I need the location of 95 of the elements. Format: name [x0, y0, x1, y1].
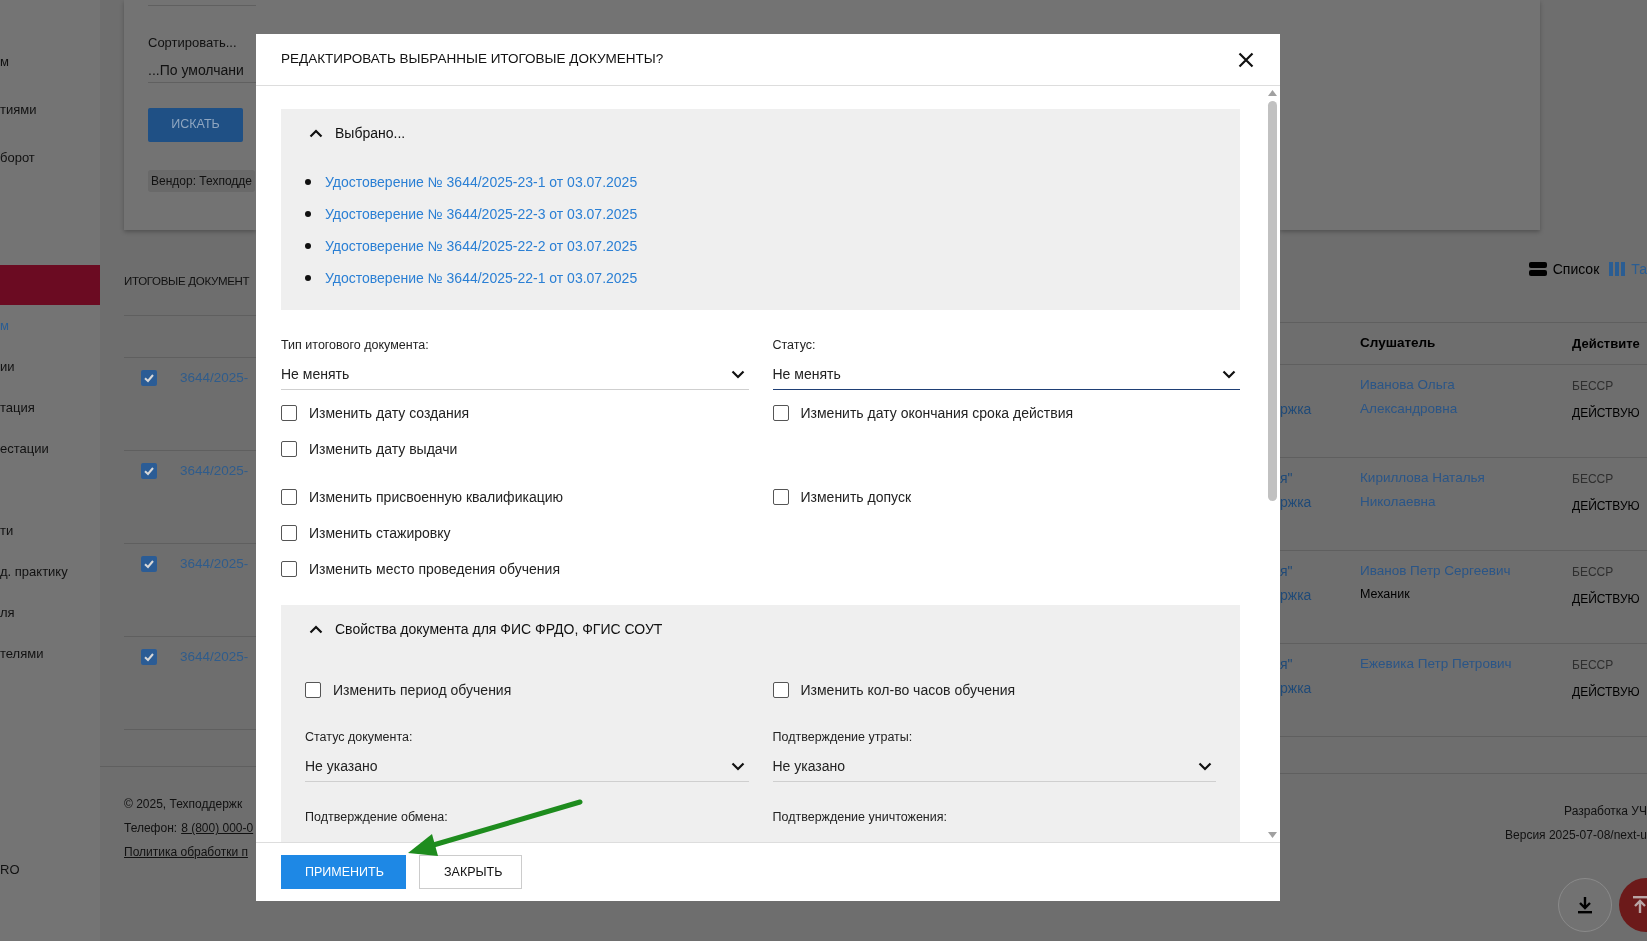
phone-label: Телефон: — [124, 820, 178, 838]
checkbox[interactable] — [141, 556, 157, 573]
status-text: ДЕЙСТВУЮ — [1572, 683, 1640, 701]
field-label: Статус: — [772, 337, 817, 353]
phone-link[interactable]: 8 (800) 000-0 — [181, 819, 254, 838]
checkbox[interactable] — [772, 682, 789, 698]
select-field[interactable]: Не указано — [305, 751, 749, 782]
chevron-down-icon[interactable] — [1198, 761, 1212, 771]
document-link[interactable]: Удостоверение № 3644/2025-22-3 от 03.07.2025 — [325, 203, 638, 225]
search-button[interactable]: ИСКАТЬ — [148, 107, 243, 142]
select-field[interactable]: Не менять — [772, 359, 1240, 390]
sidebar-item[interactable]: борот — [0, 148, 35, 168]
sidebar-item[interactable]: ти — [0, 520, 14, 541]
list-icon[interactable] — [1528, 262, 1547, 276]
upload-icon — [1633, 896, 1647, 914]
sidebar-item[interactable]: м — [0, 52, 9, 72]
version-text: Версия 2025-07-08/next-u — [1505, 827, 1647, 844]
checkbox[interactable] — [281, 441, 297, 457]
selected-panel-header[interactable]: Выбрано... — [281, 109, 1240, 157]
checkbox[interactable] — [281, 561, 297, 577]
dialog-title: РЕДАКТИРОВАТЬ ВЫБРАННЫЕ ИТОГОВЫЕ ДОКУМЕНТЫ? — [281, 50, 664, 69]
checkbox-label: Изменить кол-во часов обучения — [800, 680, 1016, 700]
checkbox[interactable] — [281, 525, 297, 541]
document-link[interactable]: Удостоверение № 3644/2025-22-1 от 03.07.2025 — [325, 267, 638, 289]
checkbox[interactable] — [281, 489, 297, 505]
bullet-icon — [305, 211, 311, 217]
fis-panel-header[interactable]: Свойства документа для ФИС ФРДО, ФГИС СОУТ — [305, 605, 1216, 653]
upload-button[interactable] — [1619, 878, 1647, 932]
copyright-text: © 2025, Техподдержк — [124, 796, 244, 814]
validity-text: БЕССР — [1572, 564, 1615, 581]
listener-position: Механик — [1360, 586, 1411, 603]
sidebar-label: RO — [0, 861, 20, 880]
checkbox-label: Изменить дату выдачи — [309, 439, 458, 459]
download-button[interactable] — [1558, 878, 1612, 932]
view-toggle[interactable]: Список — [1552, 258, 1600, 280]
bullet-icon — [305, 179, 311, 185]
checkbox-label: Изменить место проведения обучения — [309, 559, 560, 579]
apply-button[interactable]: ПРИМЕНИТЬ — [281, 855, 406, 889]
bullet-icon — [305, 243, 311, 249]
field-label: Подтверждение уничтожения: — [772, 809, 948, 825]
chevron-up-icon[interactable] — [309, 128, 323, 138]
checkbox[interactable] — [305, 682, 321, 698]
section-title: ИТОГОВЫЕ ДОКУМЕНТ — [124, 274, 251, 289]
checkbox-label: Изменить период обучения — [333, 680, 512, 700]
status-text: ДЕЙСТВУЮ — [1572, 404, 1640, 422]
close-icon[interactable] — [1238, 51, 1254, 68]
chevron-down-icon[interactable] — [1222, 369, 1236, 379]
status-text: ДЕЙСТВУЮ — [1572, 497, 1640, 515]
checkbox-label: Изменить дату создания — [309, 403, 470, 423]
bullet-icon — [305, 275, 311, 281]
status-text: ДЕЙСТВУЮ — [1572, 590, 1640, 608]
checkbox[interactable] — [281, 405, 297, 421]
field-label: Тип итогового документа: — [281, 337, 430, 353]
checkbox-label: Изменить дату окончания срока действия — [800, 403, 1074, 423]
sidebar-item[interactable]: тация — [0, 397, 35, 418]
field-label: Подтверждение обмена: — [305, 809, 449, 825]
checkbox[interactable] — [772, 405, 789, 421]
column-header: Слушатель — [1360, 334, 1437, 353]
policy-link[interactable]: Политика обработки п — [124, 843, 256, 862]
column-header: Действите — [1572, 334, 1640, 353]
checkbox-label: Изменить допуск — [800, 487, 912, 507]
document-link[interactable]: Удостоверение № 3644/2025-23-1 от 03.07.2025 — [325, 171, 638, 193]
sidebar-item[interactable]: ии — [0, 356, 15, 377]
checkbox[interactable] — [141, 463, 157, 480]
validity-text: БЕССР — [1572, 378, 1615, 395]
checkbox[interactable] — [141, 370, 157, 387]
validity-text: БЕССР — [1572, 471, 1615, 488]
scroll-up-icon[interactable] — [1267, 90, 1277, 96]
scroll-down-icon[interactable] — [1267, 832, 1277, 838]
checkbox[interactable] — [772, 489, 789, 505]
sidebar-item[interactable]: естации — [0, 438, 49, 459]
sort-label: Сортировать... — [148, 34, 238, 52]
checkbox[interactable] — [141, 649, 157, 666]
checkbox-label: Изменить присвоенную квалификацию — [309, 487, 563, 507]
filter-chip[interactable]: Вендор: Техподде — [148, 169, 255, 192]
chevron-up-icon[interactable] — [309, 624, 323, 634]
download-icon — [1577, 896, 1593, 914]
table-cell: я" — [1280, 656, 1293, 672]
chevron-down-icon[interactable] — [730, 761, 745, 771]
select-field[interactable]: Не указано — [772, 751, 1216, 782]
document-link[interactable]: Удостоверение № 3644/2025-22-2 от 03.07.2025 — [325, 235, 638, 257]
table-cell: я" — [1280, 470, 1293, 486]
sidebar-item[interactable]: тиями — [0, 100, 37, 120]
sidebar-item[interactable]: д. практику — [0, 561, 68, 582]
close-button[interactable]: ЗАКРЫТЬ — [419, 855, 522, 889]
developer-text: Разработка УЧ — [1564, 803, 1647, 820]
select-field[interactable]: Не менять — [281, 359, 749, 390]
field-label: Подтверждение утраты: — [772, 729, 914, 745]
checkbox-label: Изменить стажировку — [309, 523, 451, 543]
sidebar-item[interactable]: телями — [0, 643, 44, 664]
sidebar-item[interactable]: ля — [0, 602, 15, 623]
validity-text: БЕССР — [1572, 657, 1615, 674]
table-cell: я" — [1280, 563, 1293, 579]
field-label: Статус документа: — [305, 729, 414, 745]
chevron-down-icon[interactable] — [730, 369, 745, 379]
